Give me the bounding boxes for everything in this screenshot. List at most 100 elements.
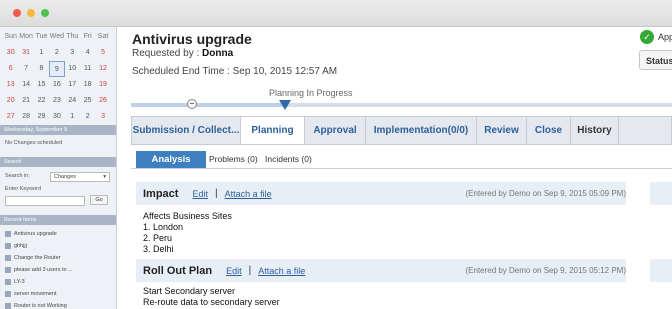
calendar-day[interactable]: 3: [95, 109, 110, 125]
calendar-week: 6 7 8 9 10 11 12: [3, 61, 111, 77]
no-changes-text: No Changes scheduled: [5, 140, 63, 146]
tab-submission[interactable]: Submission / Collect...: [132, 117, 241, 144]
calendar-day[interactable]: 4: [80, 45, 95, 61]
calendar-day[interactable]: 17: [65, 77, 80, 93]
approved-status: ✓ App: [640, 30, 672, 44]
maximize-window-icon[interactable]: [41, 9, 49, 17]
recent-item-label: Change the Router: [14, 255, 61, 261]
mini-calendar: Sun Mon Tue Wed Thu Fri Sat 30 31 1 2 3 …: [3, 29, 111, 125]
keyword-input[interactable]: [5, 196, 85, 206]
recent-item[interactable]: LY-3: [5, 279, 25, 285]
tab-implementation[interactable]: Implementation(0/0): [366, 117, 477, 144]
calendar-day[interactable]: 23: [49, 93, 64, 109]
recent-item[interactable]: server movement: [5, 291, 57, 297]
calendar-day[interactable]: 20: [3, 93, 18, 109]
recent-item-label: LY-3: [14, 279, 25, 285]
calendar-day[interactable]: 30: [3, 45, 18, 61]
calendar-week: 20 21 22 23 24 25 26: [3, 93, 111, 109]
calendar-day[interactable]: 11: [80, 61, 95, 77]
tab-review[interactable]: Review: [477, 117, 527, 144]
recent-item[interactable]: ghhjjj: [5, 243, 27, 249]
calendar-day[interactable]: 22: [34, 93, 49, 109]
calendar-day[interactable]: 29: [34, 109, 49, 125]
calendar-day[interactable]: 13: [3, 77, 18, 93]
change-icon: [5, 231, 11, 237]
recent-item[interactable]: Antivirus upgrade: [5, 231, 57, 237]
recent-item[interactable]: Change the Router: [5, 255, 60, 261]
tab-bar: Submission / Collect... Planning Approva…: [131, 116, 672, 145]
calendar-day[interactable]: 31: [18, 45, 33, 61]
calendar-day-selected[interactable]: 9: [49, 61, 65, 77]
go-button[interactable]: Go: [90, 195, 108, 205]
rollout-line: Re-route data to secondary server: [143, 297, 280, 307]
calendar-day[interactable]: 15: [34, 77, 49, 93]
progress-label: Planning In Progress: [269, 88, 353, 98]
calendar-day[interactable]: 14: [18, 77, 33, 93]
calendar-day[interactable]: 1: [65, 109, 80, 125]
recent-item[interactable]: Router is not Working: [5, 303, 67, 309]
calendar-day[interactable]: 1: [34, 45, 49, 61]
tab-planning[interactable]: Planning: [241, 117, 305, 144]
rollout-entered-by: (Entered by Demo on Sep 9, 2015 05:12 PM…: [465, 266, 626, 275]
calendar-day[interactable]: 27: [3, 109, 18, 125]
tab-history[interactable]: History: [571, 117, 619, 144]
calendar-day[interactable]: 18: [80, 77, 95, 93]
calendar-day-header: Thu: [66, 33, 79, 40]
subtab-incidents[interactable]: Incidents (0): [265, 154, 312, 164]
close-window-icon[interactable]: [13, 9, 21, 17]
calendar-day[interactable]: 25: [80, 93, 95, 109]
sidebar: Sun Mon Tue Wed Thu Fri Sat 30 31 1 2 3 …: [0, 27, 117, 309]
calendar-week: 27 28 29 30 1 2 3: [3, 109, 111, 125]
calendar-day[interactable]: 3: [65, 45, 80, 61]
calendar-day[interactable]: 2: [80, 109, 95, 125]
subtab-analysis[interactable]: Analysis: [136, 151, 206, 168]
recent-item-label: ghhjjj: [14, 243, 27, 249]
requester-name: Donna: [202, 48, 234, 59]
rollout-attach-link[interactable]: Attach a file: [258, 266, 305, 276]
calendar-day[interactable]: 5: [95, 45, 110, 61]
rollout-edit-link[interactable]: Edit: [226, 266, 242, 276]
main-content: Antivirus upgrade Requested by : Donna S…: [117, 27, 672, 309]
calendar-day[interactable]: 21: [18, 93, 33, 109]
keyword-label: Enter Keyword: [5, 186, 42, 192]
calendar-day-header: Mon: [19, 33, 33, 40]
rollout-panel-header: Roll Out Plan Edit | Attach a file (Ente…: [136, 259, 626, 282]
subtab-problems[interactable]: Problems (0): [209, 154, 258, 164]
recent-item[interactable]: please add 3 users to ...: [5, 267, 73, 273]
calendar-day[interactable]: 26: [95, 93, 110, 109]
approved-label: App: [658, 32, 672, 42]
calendar-day[interactable]: 10: [65, 61, 80, 77]
calendar-day[interactable]: 24: [65, 93, 80, 109]
calendar-header-row: Sun Mon Tue Wed Thu Fri Sat: [3, 29, 111, 45]
requested-by-label: Requested by :: [132, 48, 203, 59]
calendar-day[interactable]: 7: [18, 61, 33, 77]
recent-item-label: please add 3 users to ...: [14, 267, 73, 273]
impact-attach-link[interactable]: Attach a file: [225, 189, 272, 199]
calendar-day[interactable]: 2: [49, 45, 64, 61]
calendar-day-header: Sat: [97, 33, 109, 40]
calendar-day[interactable]: 19: [95, 77, 110, 93]
tab-close[interactable]: Close: [527, 117, 571, 144]
calendar-day[interactable]: 8: [34, 61, 49, 77]
requested-by: Requested by : Donna: [132, 48, 233, 59]
calendar-day[interactable]: 28: [18, 109, 33, 125]
subtab-divider: [131, 168, 672, 169]
search-in-select[interactable]: Changes ▾: [50, 172, 110, 182]
recent-item-label: Router is not Working: [14, 303, 67, 309]
link-separator: |: [248, 265, 252, 276]
calendar-day[interactable]: 6: [3, 61, 18, 77]
calendar-day[interactable]: 16: [49, 77, 64, 93]
search-section-header: Search: [0, 157, 116, 167]
tab-approval[interactable]: Approval: [305, 117, 366, 144]
scheduled-end-time: Scheduled End Time : Sep 10, 2015 12:57 …: [132, 66, 338, 77]
impact-edit-link[interactable]: Edit: [192, 189, 208, 199]
impact-body: Affects Business Sites 1. London 2. Peru…: [143, 211, 232, 255]
status-button[interactable]: Status: [639, 50, 672, 70]
impact-line: 3. Delhi: [143, 244, 174, 254]
impact-line: 1. London: [143, 222, 184, 232]
minimize-window-icon[interactable]: [27, 9, 35, 17]
calendar-day[interactable]: 30: [49, 109, 64, 125]
calendar-day[interactable]: 12: [95, 61, 110, 77]
progress-start-knob[interactable]: [187, 99, 197, 109]
impact-title: Impact: [143, 187, 179, 200]
